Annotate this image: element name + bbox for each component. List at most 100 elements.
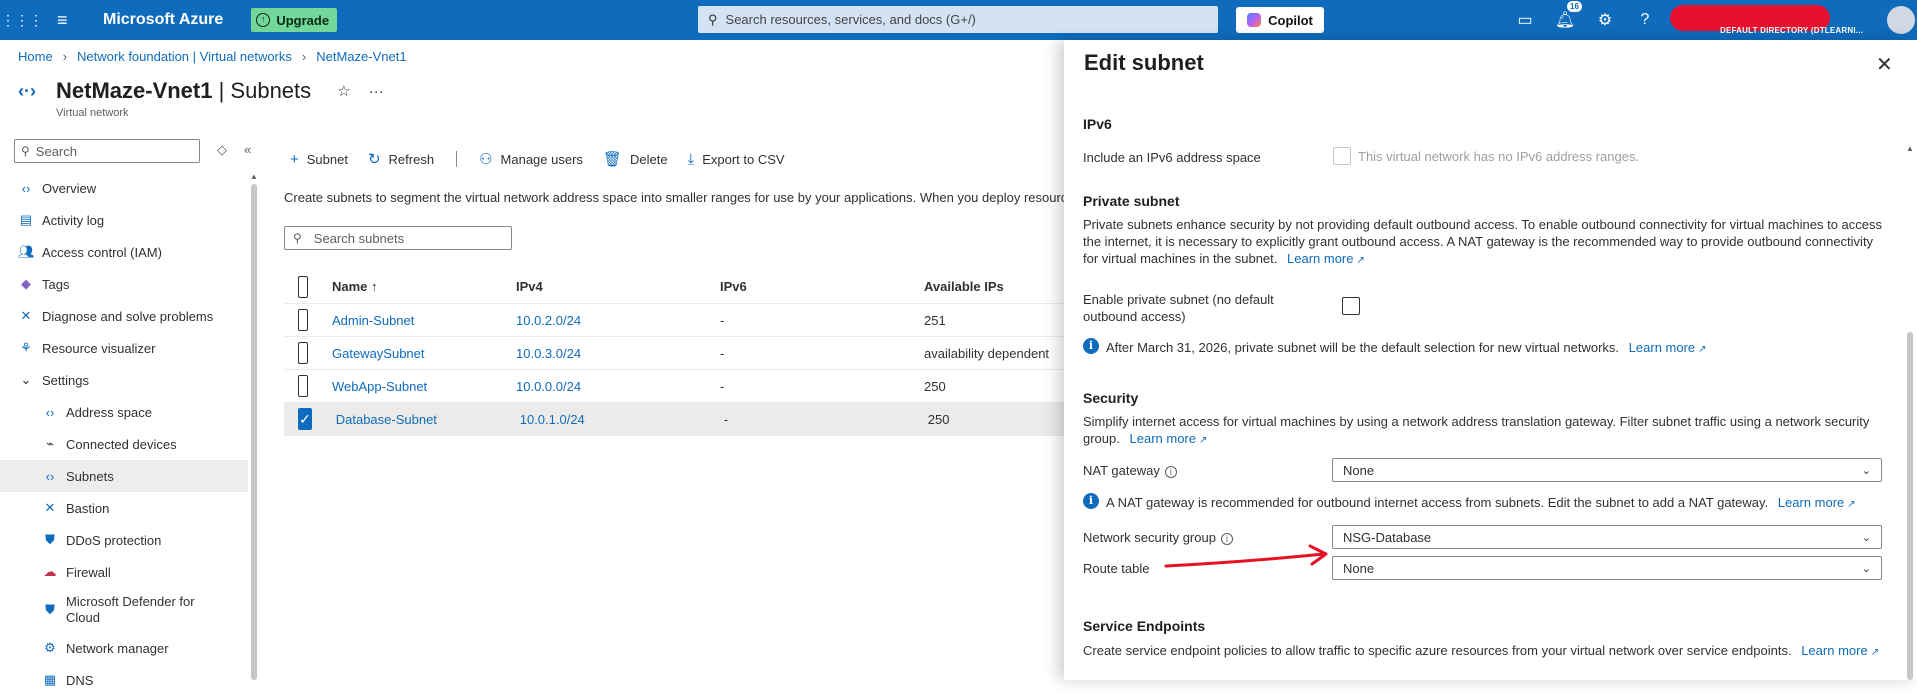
upgrade-button[interactable]: ↑ Upgrade — [251, 8, 338, 32]
learn-more-link[interactable]: Learn more — [1778, 495, 1844, 510]
portal-menu-grid-icon[interactable]: ⋮⋮⋮ — [1, 0, 43, 40]
sidebar-item-dns[interactable]: ▦ DNS — [0, 664, 248, 696]
sidebar-scrollbar-thumb[interactable] — [251, 184, 257, 680]
sidebar-item-connected-devices[interactable]: ⌁ Connected devices — [0, 428, 248, 460]
row-checkbox-checked[interactable]: ✓ — [298, 408, 312, 430]
sidebar-item-activity-log[interactable]: ▤ Activity log — [0, 204, 248, 236]
table-row-selected[interactable]: ✓ Database-Subnet 10.0.1.0/24 - 250 — [284, 403, 1064, 436]
favorite-star-icon[interactable]: ☆ — [337, 82, 350, 100]
external-link-icon: ↗ — [1870, 647, 1880, 658]
sidebar-item-network-manager[interactable]: ⚙ Network manager — [0, 632, 248, 664]
row-checkbox[interactable] — [298, 309, 308, 331]
select-all-checkbox[interactable] — [298, 275, 308, 298]
subnet-name-link[interactable]: Admin-Subnet — [332, 313, 516, 328]
nsg-label: Network security group — [1083, 530, 1216, 545]
table-row[interactable]: GatewaySubnet 10.0.3.0/24 - availability… — [284, 337, 1064, 370]
copilot-button[interactable]: Copilot — [1236, 7, 1324, 33]
refresh-label: Refresh — [388, 151, 435, 167]
global-search-input[interactable]: ⚲ Search resources, services, and docs (… — [698, 6, 1218, 33]
sidebar-item-label: Microsoft Defender for Cloud — [66, 594, 195, 625]
page-title-resource: NetMaze-Vnet1 — [56, 78, 213, 103]
sidebar-group-settings[interactable]: ⌄ Settings — [0, 364, 248, 396]
scroll-up-icon[interactable]: ▲ — [1906, 144, 1914, 153]
manage-users-icon: ⚇ — [479, 151, 493, 168]
sidebar-item-ddos[interactable]: ⛊ DDoS protection — [0, 524, 248, 556]
brand-title[interactable]: Microsoft Azure — [103, 11, 223, 29]
network-security-group-select[interactable]: NSG-Database ⌄ — [1332, 525, 1882, 549]
learn-more-link[interactable]: Learn more — [1801, 643, 1867, 658]
expand-collapse-icon[interactable]: ◇ — [217, 142, 227, 158]
breadcrumb-vnet[interactable]: NetMaze-Vnet1 — [316, 49, 406, 64]
column-header-ipv4[interactable]: IPv4 — [516, 279, 720, 294]
sidebar-item-label: Address space — [66, 404, 152, 420]
info-tooltip-icon[interactable]: i — [1220, 532, 1233, 545]
sidebar-item-subnets[interactable]: ‹› Subnets — [0, 460, 248, 492]
subnet-ipv4-link[interactable]: 10.0.0.0/24 — [516, 379, 720, 394]
delete-button[interactable]: 🗑︎ Delete — [603, 150, 668, 168]
sidebar-item-address-space[interactable]: ‹› Address space — [0, 396, 248, 428]
route-table-select[interactable]: None ⌄ — [1332, 556, 1882, 580]
ipv6-checkbox[interactable] — [1333, 147, 1351, 165]
row-checkbox[interactable] — [298, 342, 308, 364]
external-link-icon: ↗ — [1847, 499, 1856, 510]
learn-more-link[interactable]: Learn more — [1629, 340, 1695, 355]
column-header-available-ips[interactable]: Available IPs — [924, 279, 1064, 294]
subnet-ipv4-link[interactable]: 10.0.2.0/24 — [516, 313, 720, 328]
refresh-icon: ↻ — [367, 151, 381, 168]
table-row[interactable]: Admin-Subnet 10.0.2.0/24 - 251 — [284, 304, 1064, 337]
subnet-ipv4-link[interactable]: 10.0.1.0/24 — [520, 412, 724, 427]
hamburger-menu-icon[interactable]: ≡ — [57, 11, 79, 29]
sidebar-item-bastion[interactable]: ✕ Bastion — [0, 492, 248, 524]
people-icon: 👥︎ — [18, 244, 35, 259]
collapse-sidebar-icon[interactable]: « — [244, 142, 251, 157]
subnet-ipv4-link[interactable]: 10.0.3.0/24 — [516, 346, 720, 361]
breadcrumb-home[interactable]: Home — [18, 49, 53, 64]
refresh-button[interactable]: ↻ Refresh — [368, 150, 434, 168]
help-question-icon[interactable]: ? — [1625, 11, 1665, 29]
cloud-shell-icon[interactable]: ▭ — [1505, 10, 1545, 30]
sidebar-item-defender[interactable]: ⛊ Microsoft Defender for Cloud — [0, 588, 248, 632]
add-subnet-button[interactable]: + Subnet — [290, 151, 348, 168]
close-icon[interactable]: ✕ — [1876, 52, 1893, 77]
wrench-icon: ✕ — [20, 308, 32, 323]
search-subnets-input[interactable]: ⚲ Search subnets — [284, 226, 512, 250]
search-icon: ⚲ — [293, 231, 302, 245]
subnet-name-link[interactable]: Database-Subnet — [336, 412, 520, 427]
network-icon: ‹› — [45, 404, 55, 420]
more-options-icon[interactable]: ··· — [369, 83, 384, 100]
security-desc-1: Simplify internet access for virtual mac… — [1083, 414, 1870, 429]
subnet-name-link[interactable]: WebApp-Subnet — [332, 379, 516, 394]
row-checkbox[interactable] — [298, 375, 308, 397]
column-header-ipv6[interactable]: IPv6 — [720, 279, 924, 294]
subnet-available-ips: 250 — [927, 411, 950, 427]
learn-more-link[interactable]: Learn more — [1287, 251, 1353, 266]
sidebar-scrollbar[interactable]: ▲ — [250, 170, 258, 680]
enable-private-subnet-checkbox[interactable] — [1342, 297, 1360, 315]
sidebar-item-tags[interactable]: ◆ Tags — [0, 268, 248, 300]
avatar[interactable] — [1887, 6, 1915, 34]
breadcrumb-virtual-networks[interactable]: Network foundation | Virtual networks — [77, 49, 292, 64]
sidebar-item-resource-visualizer[interactable]: ⚘ Resource visualizer — [0, 332, 248, 364]
panel-scrollbar[interactable]: ▲ — [1906, 100, 1914, 680]
sidebar-item-diagnose[interactable]: ✕ Diagnose and solve problems — [0, 300, 248, 332]
sidebar-item-overview[interactable]: ‹› Overview — [0, 172, 248, 204]
panel-scrollbar-thumb[interactable] — [1907, 332, 1913, 680]
sidebar-item-label: DNS — [66, 672, 94, 688]
manage-users-button[interactable]: ⚇ Manage users — [479, 150, 583, 168]
settings-gear-icon[interactable]: ⚙ — [1585, 10, 1625, 30]
sidebar-item-label: Subnets — [66, 468, 114, 484]
scroll-up-icon[interactable]: ▲ — [250, 172, 258, 181]
info-tooltip-icon[interactable]: i — [1164, 465, 1177, 478]
column-header-name[interactable]: Name ↑ — [332, 279, 516, 294]
subnet-name-link[interactable]: GatewaySubnet — [332, 346, 516, 361]
sidebar-item-firewall[interactable]: ☁ Firewall — [0, 556, 248, 588]
subnet-ipv6: - — [720, 312, 725, 328]
nat-info-row: A NAT gateway is recommended for outboun… — [1106, 494, 1856, 513]
export-csv-button[interactable]: ⤓ Export to CSV — [688, 151, 785, 168]
nat-gateway-select[interactable]: None ⌄ — [1332, 458, 1882, 482]
notifications-bell-icon[interactable]: 🔔︎ 16 — [1545, 1, 1585, 30]
sidebar-search-input[interactable]: ⚲ Search — [14, 139, 200, 163]
sidebar-item-iam[interactable]: 👥︎ Access control (IAM) — [0, 236, 248, 268]
learn-more-link[interactable]: Learn more — [1130, 431, 1196, 446]
table-row[interactable]: WebApp-Subnet 10.0.0.0/24 - 250 — [284, 370, 1064, 403]
